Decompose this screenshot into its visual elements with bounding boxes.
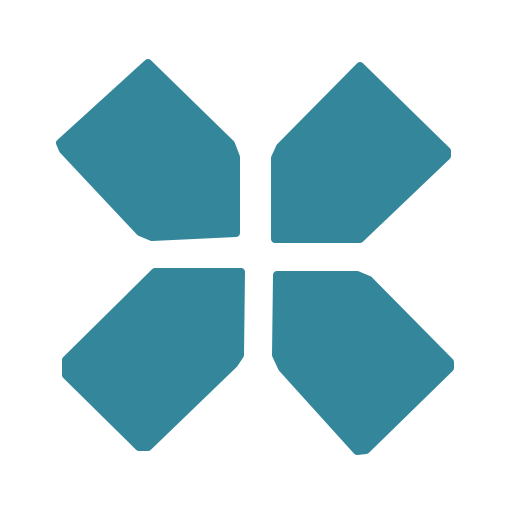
petal-bottom-right bbox=[272, 271, 454, 455]
four-petal-cross-icon bbox=[56, 59, 454, 455]
logo-canvas bbox=[0, 0, 512, 512]
petal-top-left bbox=[56, 59, 240, 241]
petal-top-right bbox=[271, 62, 451, 243]
petal-bottom-left bbox=[62, 268, 245, 451]
